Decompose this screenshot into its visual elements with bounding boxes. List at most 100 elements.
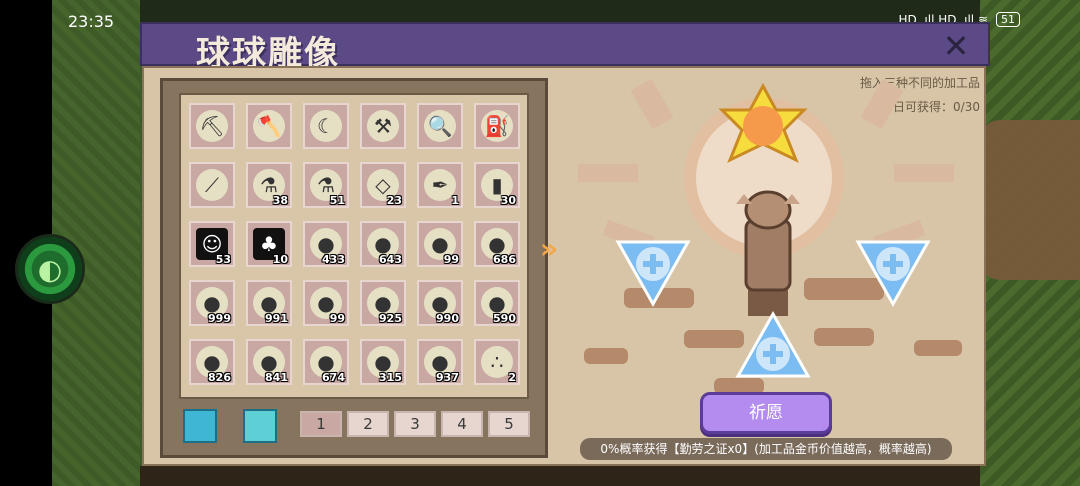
dirt-path [980,120,1080,280]
statue-altar [564,78,974,418]
inventory-grid: ⛏ 🪓 ☾ ⚒ 🔍 ⛽ ⟋ ⚗ 38 ⚗ 51 ◇ 23 ✒ 1 ▮ 30 ☺ 53 ♣ 10 ● 433 ● 643 ● 99 ● 6… [179,93,529,399]
game-background-right [980,0,1080,486]
item-count: 826 [208,371,231,384]
sun-ray [860,78,904,130]
inventory-slot[interactable]: ● 937 [417,339,463,385]
rock [814,328,874,346]
inventory-slot[interactable]: ● 674 [303,339,349,385]
ingredient-slot-bottom[interactable] [734,310,812,380]
item-count: 990 [436,312,459,325]
pickaxe-icon: ⛏ [196,110,228,142]
inventory-slot[interactable]: ● 643 [360,221,406,267]
main-panel: ⛏ 🪓 ☾ ⚒ 🔍 ⛽ ⟋ ⚗ 38 ⚗ 51 ◇ 23 ✒ 1 ▮ 30 ☺ 53 ♣ 10 ● 433 ● 643 ● 99 ● 6… [142,66,986,466]
arrow-right-icon: » [540,232,558,265]
inventory-slot[interactable]: ☾ [303,103,349,149]
floating-menu-button[interactable]: ◐ [18,237,82,301]
inventory-slot[interactable]: ● 433 [303,221,349,267]
inventory-slot[interactable]: ● 925 [360,280,406,326]
item-count: 315 [379,371,402,384]
title-bar: 球球雕像 ✕ [140,22,990,74]
item-count: 433 [322,253,345,266]
item-count: 23 [386,194,402,207]
item-count: 51 [329,194,345,207]
item-count: 925 [379,312,402,325]
item-count: 99 [329,312,345,325]
pray-button[interactable]: 祈愿 [700,392,832,434]
inventory-slot[interactable]: ✒ 1 [417,162,463,208]
inventory-slot[interactable]: ⚗ 51 [303,162,349,208]
sun-ray [578,164,638,182]
inventory-slot[interactable]: ▮ 30 [474,162,520,208]
inventory-slot[interactable]: ⚗ 38 [246,162,292,208]
game-background-top [140,0,980,22]
item-count: 38 [272,194,288,207]
item-count: 674 [322,371,345,384]
inventory-slot[interactable]: ♣ 10 [246,221,292,267]
inventory-slot[interactable]: ● 99 [303,280,349,326]
inventory-tab-2[interactable] [243,409,277,443]
item-count: 30 [500,194,516,207]
game-background-bottom [140,466,980,486]
ingredient-slot-left[interactable] [614,238,692,308]
inventory-slot[interactable]: ● 826 [189,339,235,385]
page-button-1[interactable]: 1 [300,411,342,437]
game-controller-icon: ◐ [37,252,63,286]
status-time: 23:35 [68,12,115,31]
inventory-slot[interactable]: ● 991 [246,280,292,326]
inventory-slot[interactable]: 🪓 [246,103,292,149]
inventory-slot[interactable]: ● 841 [246,339,292,385]
page-button-2[interactable]: 2 [347,411,389,437]
fishing-rod-icon: ⟋ [196,169,228,201]
item-count: 53 [215,253,231,266]
item-count: 841 [265,371,288,384]
sun-ray [630,78,674,130]
probability-text: 0%概率获得【勤劳之证x0】(加工品金币价值越高，概率越高) [580,438,952,460]
inventory-slot[interactable]: ● 990 [417,280,463,326]
page-button-4[interactable]: 4 [441,411,483,437]
plus-icon [615,240,691,308]
watering-can-icon: ⛽ [481,110,513,142]
inventory-slot[interactable]: ◇ 23 [360,162,406,208]
close-icon[interactable]: ✕ [940,30,972,62]
inventory-slot[interactable]: ∴ 2 [474,339,520,385]
plus-icon [855,240,931,308]
inventory-slot[interactable]: ● 590 [474,280,520,326]
inventory-slot[interactable]: ⛏ [189,103,235,149]
inventory-slot[interactable]: 🔍 [417,103,463,149]
sun-star-icon [718,82,808,164]
inventory-slot[interactable]: ⚒ [360,103,406,149]
sun-ray [894,164,954,182]
item-count: 1 [451,194,459,207]
bull-statue [736,190,800,316]
inventory-slot[interactable]: ● 999 [189,280,235,326]
statue-window: 球球雕像 ✕ ⛏ 🪓 ☾ ⚒ 🔍 ⛽ ⟋ ⚗ 38 ⚗ 51 ◇ 23 ✒ 1 ▮ 30 ☺ 53 ♣ 10 ● 433 ● 6… [140,22,990,466]
inventory-slot[interactable]: ⛽ [474,103,520,149]
page-button-5[interactable]: 5 [488,411,530,437]
sickle-icon: ☾ [310,110,342,142]
inventory-slot[interactable]: ● 99 [417,221,463,267]
inventory-panel: ⛏ 🪓 ☾ ⚒ 🔍 ⛽ ⟋ ⚗ 38 ⚗ 51 ◇ 23 ✒ 1 ▮ 30 ☺ 53 ♣ 10 ● 433 ● 643 ● 99 ● 6… [160,78,548,458]
page-button-3[interactable]: 3 [394,411,436,437]
ingredient-slot-right[interactable] [854,238,932,308]
shovel-icon: 🔍 [424,110,456,142]
axe-icon: 🪓 [253,110,285,142]
inventory-slot[interactable]: ☺ 53 [189,221,235,267]
inventory-slot[interactable]: ● 686 [474,221,520,267]
item-count: 937 [436,371,459,384]
inventory-slot[interactable]: ● 315 [360,339,406,385]
game-background-left [0,0,140,486]
item-count: 643 [379,253,402,266]
item-count: 991 [265,312,288,325]
item-count: 590 [493,312,516,325]
item-count: 999 [208,312,231,325]
item-count: 686 [493,253,516,266]
battery-icon: 51 [996,12,1020,27]
rock [584,348,628,364]
rock [914,340,962,356]
hoe-icon: ⚒ [367,110,399,142]
item-count: 99 [443,253,459,266]
item-count: 10 [272,253,288,266]
inventory-tab-1[interactable] [183,409,217,443]
inventory-slot[interactable]: ⟋ [189,162,235,208]
plus-icon [735,310,811,378]
